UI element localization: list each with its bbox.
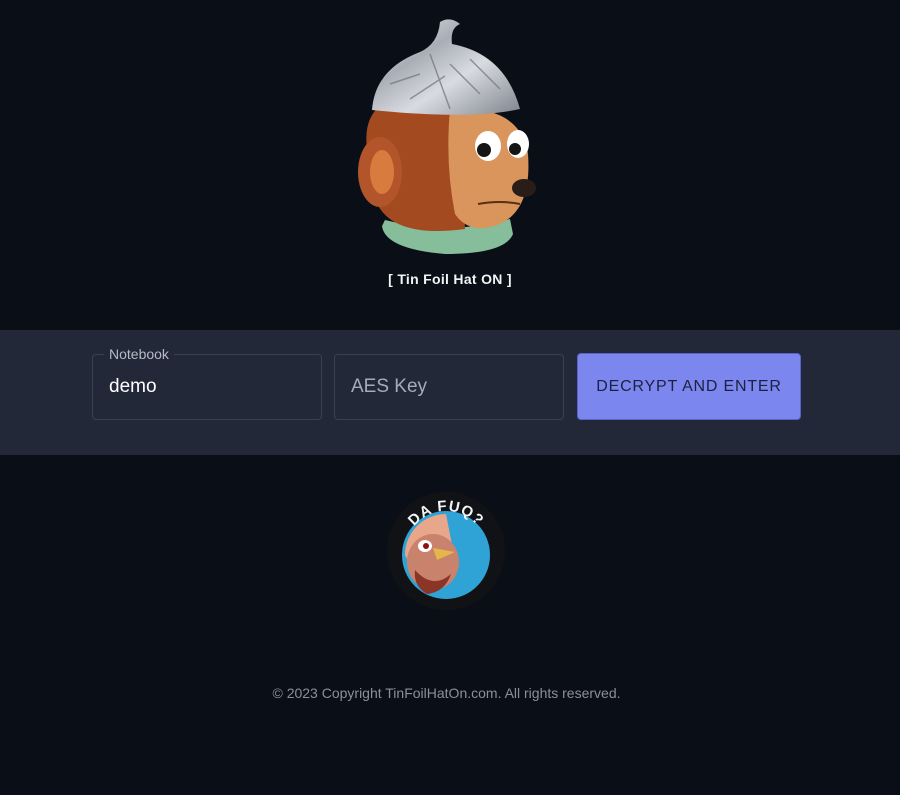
tinfoil-hat-monkey-icon [350, 14, 540, 264]
page: [ Tin Foil Hat ON ] Notebook DECRYPT AND… [0, 0, 900, 795]
aes-key-input[interactable] [335, 355, 563, 419]
da-fuq-turkey-badge-icon: DA FUQ? [385, 490, 507, 612]
notebook-field[interactable]: Notebook [92, 346, 322, 420]
tagline: [ Tin Foil Hat ON ] [388, 271, 512, 287]
notebook-label: Notebook [104, 346, 174, 362]
notebook-input[interactable] [93, 355, 321, 419]
aes-key-field[interactable] [334, 354, 564, 420]
login-band: Notebook DECRYPT AND ENTER [0, 330, 900, 455]
copyright-text: © 2023 Copyright TinFoilHatOn.com. All r… [272, 685, 621, 701]
decrypt-and-enter-button[interactable]: DECRYPT AND ENTER [577, 353, 801, 420]
